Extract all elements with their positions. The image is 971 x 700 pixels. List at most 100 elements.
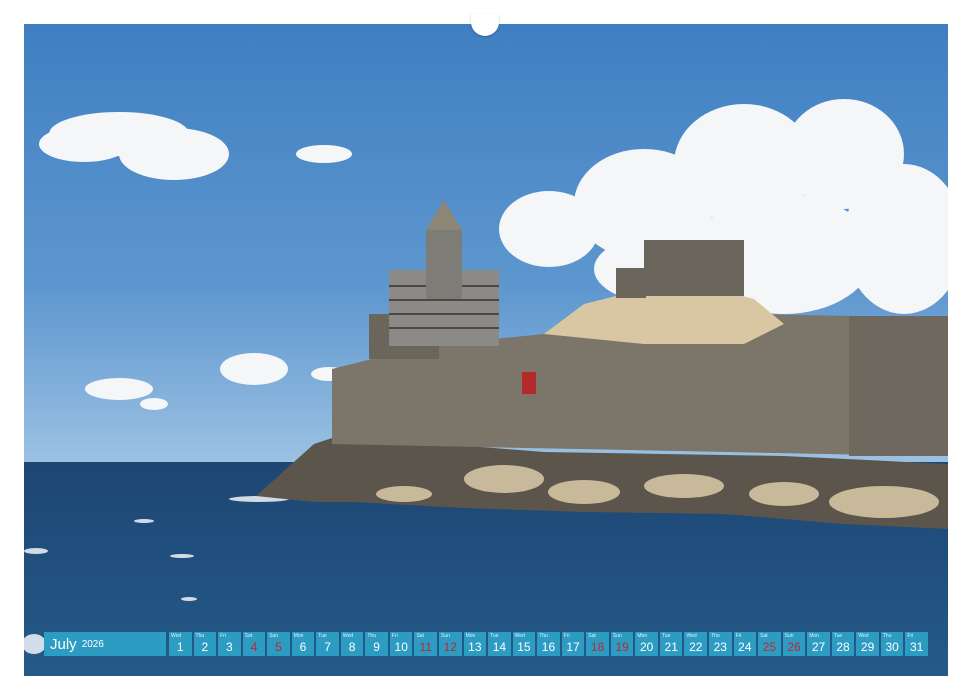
weekday-label: Fri — [391, 633, 398, 639]
day-cell: Wed 8 — [340, 632, 364, 656]
day-cell: Thu 23 — [709, 632, 732, 656]
day-cell: Fri 24 — [733, 632, 757, 656]
day-number: 4 — [250, 640, 258, 654]
calendar-strip: July 2026 Wed 1 Thu 2 Fri 3 Sat 4 Sun 5 Mon 6 Tue 7 We… — [44, 632, 928, 656]
day-number: 29 — [860, 640, 875, 654]
day-cell: Wed 22 — [684, 632, 708, 656]
day-cell: Tue 21 — [659, 632, 683, 656]
day-cell: Mon 13 — [463, 632, 487, 656]
weekday-label: Tue — [490, 633, 499, 639]
day-cell: Sun 12 — [439, 632, 462, 656]
day-number: 21 — [664, 640, 678, 654]
day-cell: Sun 26 — [782, 632, 806, 656]
day-number: 10 — [394, 640, 408, 654]
day-number: 24 — [738, 640, 752, 654]
weekday-label: Sun — [269, 633, 279, 639]
weekday-label: Sun — [784, 633, 794, 639]
day-number: 27 — [811, 640, 826, 654]
day-cell: Mon 6 — [291, 632, 315, 656]
day-number: 18 — [590, 640, 605, 654]
month-year: 2026 — [81, 638, 104, 650]
weekday-label: Wed — [858, 633, 869, 639]
weekday-label: Sat — [760, 633, 768, 639]
day-number: 23 — [713, 640, 727, 654]
day-number: 14 — [492, 640, 507, 654]
day-cell: Mon 20 — [635, 632, 658, 656]
day-cell: Sat 18 — [586, 632, 609, 656]
day-number: 5 — [275, 640, 282, 654]
day-number: 31 — [910, 640, 924, 654]
weekday-label: Wed — [514, 633, 525, 639]
weekday-label: Wed — [686, 633, 697, 639]
day-cells: Wed 1 Thu 2 Fri 3 Sat 4 Sun 5 Mon 6 Tue 7 Wed 8 Thu 9 Fri 1… — [169, 632, 928, 656]
day-number: 8 — [348, 640, 356, 654]
day-cell: Sat 4 — [242, 632, 266, 656]
castle-keep — [644, 240, 744, 296]
day-number: 25 — [762, 640, 777, 654]
day-cell: Wed 1 — [169, 632, 192, 656]
weekday-label: Thu — [539, 633, 548, 639]
day-cell: Fri 10 — [389, 632, 413, 656]
weekday-label: Mon — [809, 633, 819, 639]
weekday-label: Wed — [171, 633, 182, 639]
weekday-label: Fri — [220, 633, 226, 639]
day-number: 16 — [541, 640, 556, 654]
bell-tower — [426, 229, 462, 299]
weekday-label: Fri — [907, 633, 914, 639]
day-number: 12 — [443, 640, 457, 654]
weekday-label: Mon — [637, 633, 648, 639]
day-cell: Fri 31 — [905, 632, 928, 656]
day-cell: Tue 14 — [488, 632, 511, 656]
weekday-label: Wed — [342, 633, 354, 639]
weekday-label: Thu — [195, 633, 205, 639]
calendar-photo — [24, 24, 948, 676]
day-number: 1 — [176, 640, 184, 654]
weekday-label: Fri — [735, 633, 742, 639]
weekday-label: Mon — [465, 633, 476, 639]
day-cell: Sun 19 — [610, 632, 634, 656]
month-name: July — [50, 635, 77, 653]
day-cell: Sun 5 — [267, 632, 290, 656]
day-number: 30 — [885, 640, 899, 654]
weekday-label: Mon — [293, 633, 304, 639]
weekday-label: Thu — [367, 633, 376, 639]
weekday-label: Sat — [588, 633, 596, 639]
weekday-label: Fri — [563, 633, 570, 639]
red-window — [522, 372, 536, 394]
weekday-label: Thu — [711, 633, 720, 639]
month-label: July 2026 — [44, 632, 166, 656]
fortress-tower — [849, 316, 948, 456]
day-number: 11 — [419, 640, 432, 654]
day-cell: Wed 15 — [512, 632, 536, 656]
day-number: 22 — [689, 640, 703, 654]
day-number: 28 — [836, 640, 850, 654]
weekday-label: Sun — [612, 633, 622, 639]
day-number: 26 — [787, 640, 801, 654]
day-number: 6 — [299, 640, 307, 654]
day-cell: Thu 2 — [193, 632, 217, 656]
day-cell: Thu 16 — [537, 632, 560, 656]
day-cell: Tue 7 — [316, 632, 339, 656]
day-cell: Wed 29 — [856, 632, 879, 656]
day-number: 13 — [468, 640, 482, 654]
weekday-label: Thu — [882, 633, 892, 639]
day-number: 2 — [201, 640, 209, 654]
day-number: 19 — [615, 640, 629, 654]
weekday-label: Tue — [661, 633, 671, 639]
day-number: 20 — [639, 640, 654, 654]
day-number: 7 — [324, 640, 331, 654]
day-cell: Mon 27 — [807, 632, 830, 656]
castle-annex — [616, 268, 646, 298]
day-cell: Thu 30 — [880, 632, 904, 656]
day-number: 15 — [517, 640, 531, 654]
day-cell: Fri 17 — [561, 632, 585, 656]
weekday-label: Sun — [441, 633, 450, 639]
weekday-label: Tue — [318, 633, 327, 639]
day-cell: Thu 9 — [365, 632, 388, 656]
weekday-label: Sat — [416, 633, 424, 639]
day-cell: Fri 3 — [218, 632, 241, 656]
day-number: 17 — [566, 640, 580, 654]
day-cell: Sat 11 — [414, 632, 438, 656]
day-cell: Sat 25 — [758, 632, 781, 656]
weekday-label: Sat — [244, 633, 253, 639]
